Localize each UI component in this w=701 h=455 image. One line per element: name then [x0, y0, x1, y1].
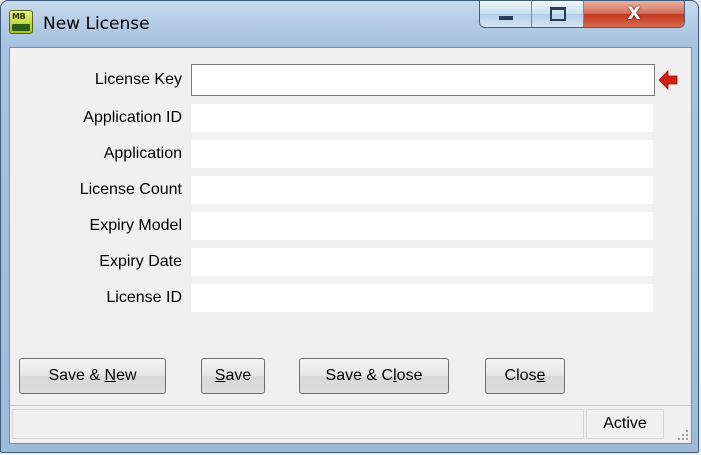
save-and-close-label-post: ose — [396, 367, 423, 384]
save-and-close-label-pre: Save & C — [325, 367, 394, 384]
license-key-label: License Key — [94, 71, 182, 88]
save-and-new-label-pre: Save & — [48, 367, 105, 384]
application-value — [191, 140, 653, 168]
expiry-model-label: Expiry Model — [89, 217, 182, 234]
minimize-icon — [498, 16, 513, 20]
save-mnemonic: S — [214, 367, 226, 384]
save-label-post: ave — [225, 367, 252, 384]
license-count-label: License Count — [79, 181, 182, 198]
expiry-date-value — [191, 248, 653, 276]
window-controls: X — [479, 1, 685, 28]
row-expiry-date: Expiry Date — [10, 248, 691, 276]
row-application: Application — [10, 140, 691, 168]
status-message — [12, 409, 584, 439]
save-and-new-label-post: ew — [116, 367, 137, 384]
status-bar: Active — [10, 405, 691, 443]
new-license-window: MB New License X License Key Application… — [0, 0, 699, 453]
row-license-count: License Count — [10, 176, 691, 204]
row-license-id: License ID — [10, 284, 691, 312]
save-button[interactable]: Save — [201, 358, 265, 394]
save-and-new-mnemonic: N — [104, 367, 117, 384]
save-and-new-button[interactable]: Save & New — [19, 358, 166, 394]
expiry-date-label: Expiry Date — [99, 253, 182, 270]
application-label: Application — [103, 145, 182, 162]
row-application-id: Application ID — [10, 104, 691, 132]
save-and-close-button[interactable]: Save & Close — [299, 358, 449, 394]
license-id-label: License ID — [106, 289, 182, 306]
window-title: New License — [43, 14, 150, 34]
close-window-button[interactable]: X — [584, 1, 684, 27]
close-button[interactable]: Close — [485, 358, 565, 394]
mb-app-icon: MB — [9, 10, 33, 34]
red-left-arrow-icon — [658, 70, 678, 90]
close-mnemonic: e — [536, 367, 546, 384]
close-icon: X — [627, 3, 641, 24]
status-state: Active — [586, 409, 664, 439]
license-count-value — [191, 176, 653, 204]
expiry-model-value — [191, 212, 653, 240]
license-id-value — [191, 284, 653, 312]
application-id-value — [191, 104, 653, 132]
license-key-input[interactable] — [191, 64, 655, 96]
maximize-button[interactable] — [532, 1, 584, 27]
minimize-button[interactable] — [480, 1, 532, 27]
form-area: License Key Application ID Application L… — [9, 47, 692, 444]
resize-grip-icon[interactable] — [675, 427, 689, 441]
application-id-label: Application ID — [83, 109, 182, 126]
title-bar[interactable]: MB New License X — [1, 1, 698, 47]
maximize-icon — [549, 7, 566, 21]
row-expiry-model: Expiry Model — [10, 212, 691, 240]
close-label-pre: Clos — [504, 367, 537, 384]
row-license-key: License Key — [10, 64, 691, 96]
